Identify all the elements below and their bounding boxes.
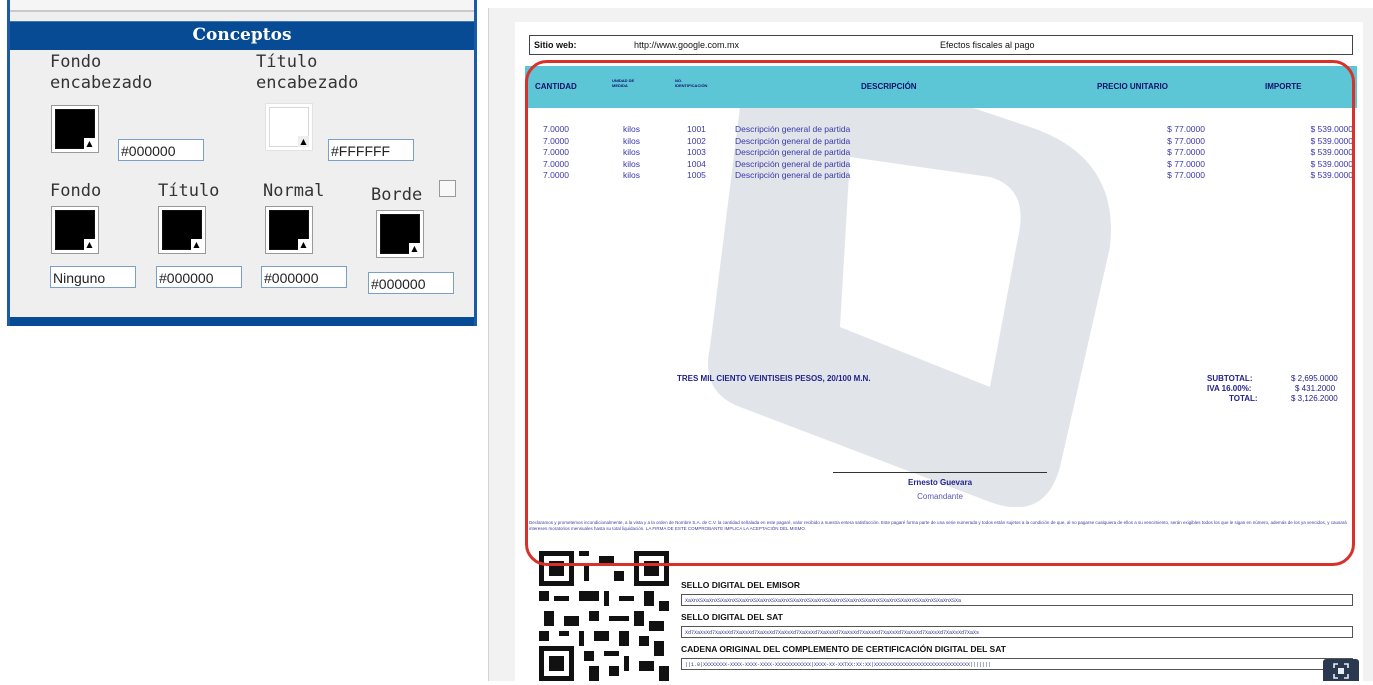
cadena-original-value: ||1.0|XXXXXXXX-XXXX-XXXX-XXXX-XXXXXXXXXX… — [681, 658, 1353, 670]
dropdown-arrow-icon: ▲ — [298, 136, 309, 147]
fullscreen-button[interactable] — [1323, 659, 1359, 681]
site-note: Efectos fiscales al pago — [940, 40, 1035, 50]
titulo-label: Título — [158, 181, 220, 201]
dropdown-arrow-icon: ▲ — [84, 239, 95, 250]
fondo-encabezado-swatch[interactable]: ▲ — [51, 105, 99, 153]
invoice-preview: Sitio web: http://www.google.com.mx Efec… — [488, 8, 1373, 681]
site-label: Sitio web: — [534, 40, 577, 50]
qr-code — [539, 551, 669, 681]
sello-emisor-label: SELLO DIGITAL DEL EMISOR — [681, 580, 801, 590]
fondo-encabezado-label: Fondo encabezado — [50, 52, 153, 93]
site-url: http://www.google.com.mx — [634, 40, 740, 50]
concepts-style-panel: Conceptos Fondo encabezado ▲ #000000 Tít… — [7, 0, 477, 326]
dropdown-arrow-icon: ▲ — [191, 239, 202, 250]
sello-emisor-value: XaXnXSXaXnXSXaXnXSXaXnXSXaXnXSXaXnXSXaXn… — [681, 594, 1353, 606]
sello-sat-label: SELLO DIGITAL DEL SAT — [681, 612, 783, 622]
dropdown-arrow-icon: ▲ — [409, 243, 420, 254]
panel-bottom-bar — [10, 317, 474, 326]
titulo-encabezado-input[interactable]: #FFFFFF — [328, 139, 414, 161]
fondo-input[interactable]: Ninguno — [50, 266, 136, 288]
highlight-box — [525, 60, 1355, 566]
cadena-original-label: CADENA ORIGINAL DEL COMPLEMENTO DE CERTI… — [681, 644, 1006, 654]
dropdown-arrow-icon: ▲ — [84, 138, 95, 149]
fondo-label: Fondo — [50, 181, 102, 201]
fondo-swatch[interactable]: ▲ — [51, 206, 99, 254]
normal-swatch[interactable]: ▲ — [265, 206, 313, 254]
panel-header: Conceptos — [10, 21, 474, 50]
borde-input[interactable]: #000000 — [368, 272, 454, 294]
panel-top-edge — [10, 0, 474, 12]
website-bar: Sitio web: http://www.google.com.mx Efec… — [529, 35, 1353, 55]
borde-checkbox[interactable] — [439, 180, 456, 197]
borde-swatch[interactable]: ▲ — [376, 210, 424, 258]
dropdown-arrow-icon: ▲ — [298, 239, 309, 250]
normal-input[interactable]: #000000 — [261, 266, 347, 288]
fondo-encabezado-input[interactable]: #000000 — [118, 139, 204, 161]
normal-label: Normal — [263, 181, 325, 201]
invoice-page: Sitio web: http://www.google.com.mx Efec… — [515, 22, 1363, 681]
borde-label: Borde — [371, 185, 423, 205]
titulo-input[interactable]: #000000 — [156, 266, 242, 288]
fullscreen-icon — [1333, 663, 1349, 679]
titulo-encabezado-swatch[interactable]: ▲ — [265, 103, 313, 151]
titulo-encabezado-label: Título encabezado — [256, 52, 359, 93]
titulo-swatch[interactable]: ▲ — [158, 206, 206, 254]
sello-sat-value: Xd7XaXsXd7XaXsXd7XaXsXd7XaXsXd7XaXsXd7Xa… — [681, 626, 1353, 638]
